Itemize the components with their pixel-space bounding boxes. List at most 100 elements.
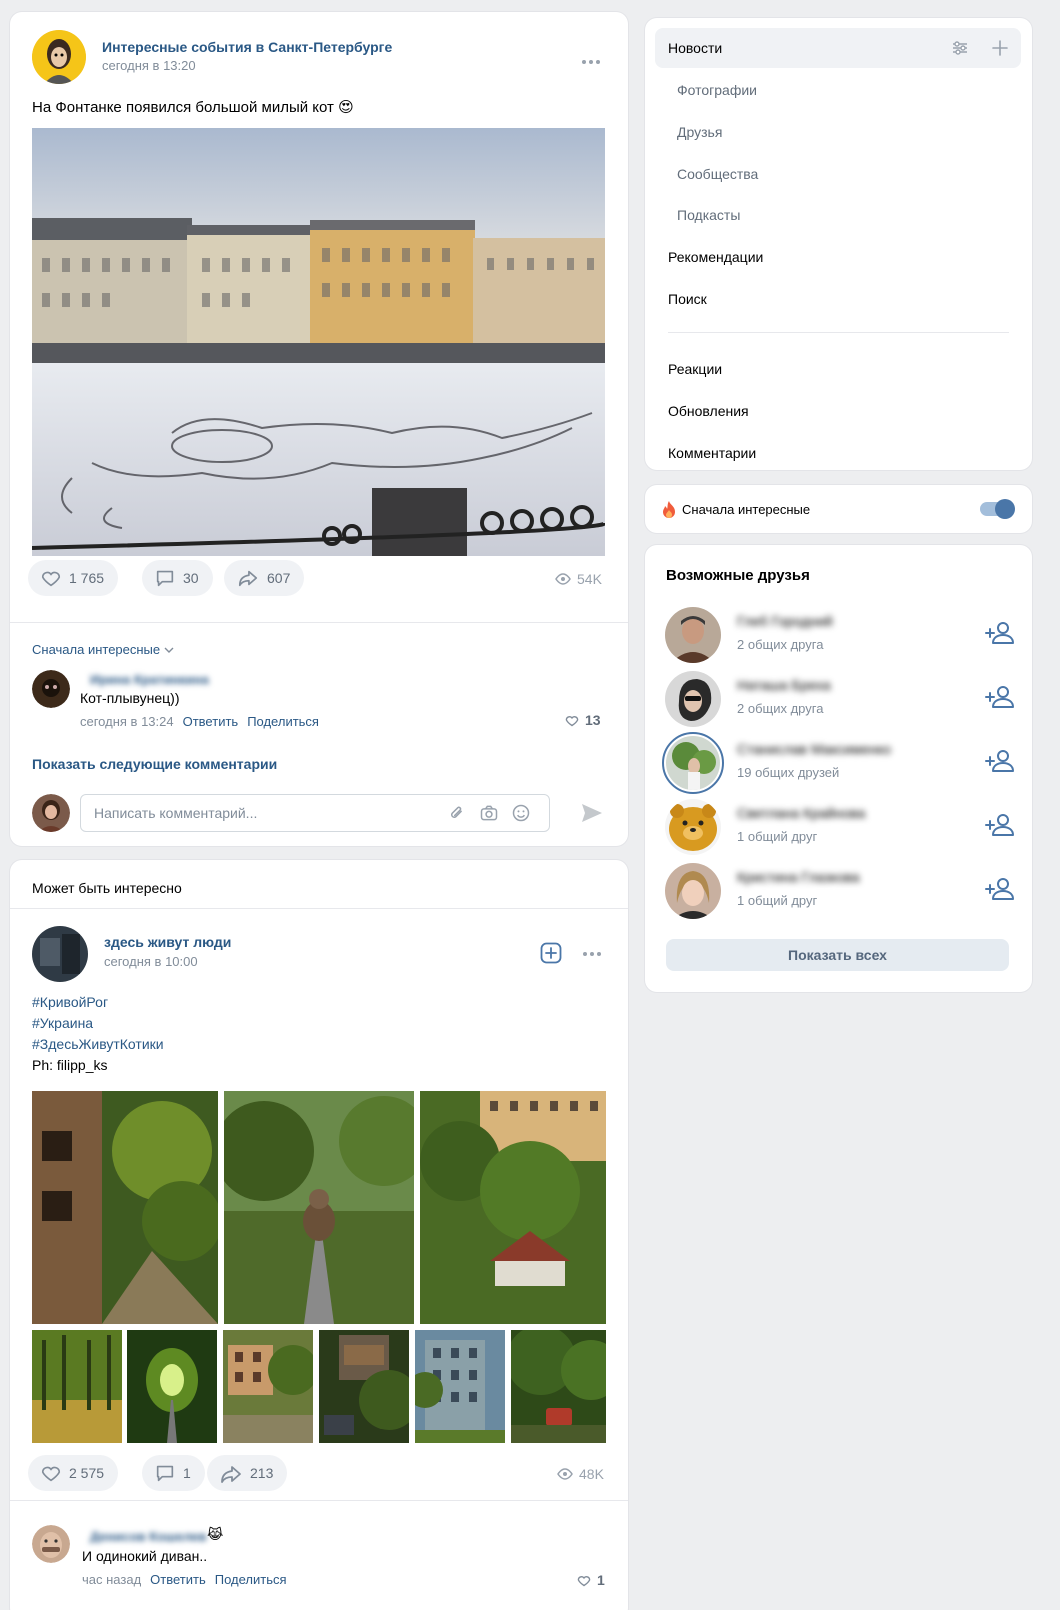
post-photo[interactable] [32,128,605,556]
comment-input[interactable] [94,795,434,831]
friend-name[interactable]: Станислав Максименко [737,741,891,757]
comment-like-button[interactable]: 13 [564,712,601,728]
mutual-friends-count[interactable]: 2 общих друга [737,637,823,652]
filter-settings-icon[interactable] [951,39,969,57]
possible-friends-card: Возможные друзья Глеб Городний 2 общих д… [645,545,1032,992]
share-comment-link[interactable]: Поделиться [247,714,319,729]
menu-item-photos[interactable]: Фотографии [655,70,1021,110]
comment-sort-dropdown[interactable]: Сначала интересные [32,642,174,657]
comment-time[interactable]: час назад [82,1572,141,1587]
share-icon [221,1466,241,1483]
friend-avatar[interactable] [665,671,721,727]
author-name[interactable]: Интересные события в Санкт-Петербурге [102,39,392,55]
friend-suggestion[interactable]: Станислав Максименко 19 общих друзей [662,731,1015,794]
comment-button[interactable]: 1 [142,1455,205,1491]
menu-item-reactions[interactable]: Реакции [655,349,1021,389]
friend-suggestion[interactable]: Наташа Бреха 2 общих друга [665,667,1015,729]
post-time[interactable]: сегодня в 13:20 [102,58,196,73]
author-name[interactable]: здесь живут люди [104,934,231,950]
post-card: Интересные события в Санкт-Петербурге се… [10,12,628,846]
menu-item-recommendations[interactable]: Рекомендации [655,237,1021,277]
comment-time[interactable]: сегодня в 13:24 [80,714,174,729]
current-user-avatar[interactable] [32,794,70,832]
gallery-photo[interactable] [32,1091,218,1324]
share-count: 213 [250,1465,274,1481]
add-friend-icon[interactable] [985,619,1015,647]
hashtag-link[interactable]: #КривойРог [32,994,108,1010]
gallery-photo[interactable] [319,1330,409,1443]
possible-friends-title[interactable]: Возможные друзья [666,567,810,584]
reply-link[interactable]: Ответить [183,714,239,729]
friend-avatar[interactable] [665,607,721,663]
section-title: Может быть интересно [32,880,182,896]
add-friend-icon[interactable] [985,683,1015,711]
gallery-photo[interactable] [223,1330,313,1443]
more-icon[interactable] [582,57,600,67]
smile-icon[interactable] [511,803,531,823]
mutual-friends-count[interactable]: 2 общих друга [737,701,823,716]
hashtag-link[interactable]: #Украина [32,1015,93,1031]
add-friend-icon[interactable] [985,747,1015,775]
share-comment-link[interactable]: Поделиться [215,1572,287,1587]
gallery-photo[interactable] [127,1330,217,1443]
mutual-friends-count[interactable]: 1 общий друг [737,893,817,908]
commenter-name[interactable]: Ирина Кратинкина [90,672,209,687]
menu-item-comments[interactable]: Комментарии [655,433,1021,473]
add-tab-icon[interactable] [991,39,1009,57]
comment-input-box[interactable] [80,794,550,832]
menu-item-communities[interactable]: Сообщества [655,154,1021,194]
gallery-photo[interactable] [32,1330,122,1443]
friend-avatar-with-story[interactable] [662,732,724,794]
commenter-avatar[interactable] [32,1525,70,1563]
author-avatar[interactable] [32,926,88,982]
friend-avatar[interactable] [665,799,721,855]
friend-suggestion[interactable]: Светлана Крайнова 1 общий друг [665,795,1015,857]
interesting-first-switch[interactable] [980,499,1015,519]
comment-meta: час назад Ответить Поделиться [82,1572,287,1587]
add-friend-icon[interactable] [985,811,1015,839]
friend-name[interactable]: Кристина Глазкова [737,869,860,885]
add-friend-icon[interactable] [985,875,1015,903]
friend-avatar[interactable] [665,863,721,919]
gallery-photo[interactable] [511,1330,606,1443]
like-button[interactable]: 1 765 [28,560,119,596]
menu-item-updates[interactable]: Обновления [655,391,1021,431]
post-time[interactable]: сегодня в 10:00 [104,954,198,969]
gallery-photo[interactable] [415,1330,505,1443]
divider [668,332,1009,333]
menu-item-friends[interactable]: Друзья [655,112,1021,152]
reply-link[interactable]: Ответить [150,1572,206,1587]
paperclip-icon[interactable] [447,803,467,823]
show-all-friends-button[interactable]: Показать всех [666,939,1009,971]
commenter-avatar[interactable] [32,670,70,708]
heart-icon [41,1466,61,1482]
subscribe-plus-icon[interactable] [540,942,562,964]
commenter-name[interactable]: Денисов Кошелев [90,1529,207,1544]
gallery-photo[interactable] [224,1091,414,1324]
menu-item-podcasts[interactable]: Подкасты [655,195,1021,235]
menu-item-news[interactable]: Новости [655,28,1021,68]
share-button[interactable]: 213 [207,1455,288,1491]
comment-meta: сегодня в 13:24 Ответить Поделиться [80,714,319,729]
comment-button[interactable]: 30 [142,560,213,596]
gallery-photo[interactable] [420,1091,606,1324]
friend-name[interactable]: Светлана Крайнова [737,805,865,821]
friend-suggestion[interactable]: Кристина Глазкова 1 общий друг [665,859,1015,921]
camera-icon[interactable] [479,803,499,823]
share-count: 607 [267,570,291,586]
share-button[interactable]: 607 [224,560,305,596]
chevron-down-icon [164,647,174,653]
friend-suggestion[interactable]: Глеб Городний 2 общих друга [665,603,1015,665]
author-avatar[interactable] [32,30,86,84]
show-more-comments-link[interactable]: Показать следующие комментарии [32,756,277,772]
send-icon[interactable] [580,802,604,824]
friend-name[interactable]: Глеб Городний [737,613,833,629]
more-icon[interactable] [583,949,601,959]
mutual-friends-count[interactable]: 1 общий друг [737,829,817,844]
comment-like-button[interactable]: 1 [576,1572,605,1588]
hashtag-link[interactable]: #ЗдесьЖивутКотики [32,1036,164,1052]
menu-item-search[interactable]: Поиск [655,279,1021,319]
mutual-friends-count[interactable]: 19 общих друзей [737,765,839,780]
like-button[interactable]: 2 575 [28,1455,119,1491]
friend-name[interactable]: Наташа Бреха [737,677,831,693]
